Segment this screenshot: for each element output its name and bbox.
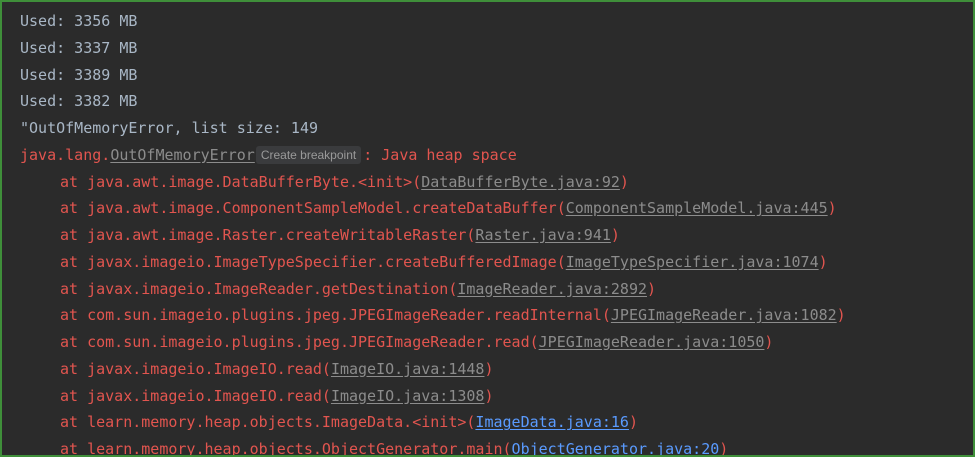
exception-message: : Java heap space <box>363 145 517 164</box>
stack-frame-method: at learn.memory.heap.objects.ImageData.<… <box>60 413 476 432</box>
memory-usage-line: Used: 3356 MB <box>20 12 138 30</box>
stack-frame-close-paren: ) <box>628 413 638 432</box>
exception-package: java.lang. <box>20 145 111 164</box>
stack-frame-close-paren: ) <box>484 359 494 378</box>
stack-frame-source-link[interactable]: ImageTypeSpecifier.java:1074 <box>566 253 819 271</box>
memory-usage-line: Used: 3337 MB <box>20 38 138 57</box>
stack-frame-method: at learn.memory.heap.objects.ObjectGener… <box>60 440 512 457</box>
stack-frame-close-paren: ) <box>619 172 629 191</box>
stack-frame-method: at javax.imageio.ImageIO.read( <box>60 386 331 405</box>
stack-frame-close-paren: ) <box>827 199 837 218</box>
stack-frame: at com.sun.imageio.plugins.jpeg.JPEGImag… <box>2 302 973 329</box>
stack-frame-source-link[interactable]: ComponentSampleModel.java:445 <box>566 199 828 217</box>
stack-frame-source-link[interactable]: ImageIO.java:1448 <box>331 360 485 378</box>
stack-frame-method: at javax.imageio.ImageReader.getDestinat… <box>60 279 458 298</box>
stack-frame-method: at com.sun.imageio.plugins.jpeg.JPEGImag… <box>60 333 539 351</box>
stack-frame: at javax.imageio.ImageIO.read(ImageIO.ja… <box>2 383 973 410</box>
exception-class-link[interactable]: OutOfMemoryError <box>110 146 255 164</box>
stack-frame-source-link[interactable]: JPEGImageReader.java:1050 <box>539 333 765 351</box>
stack-frame-close-paren: ) <box>647 279 657 298</box>
stack-frame: at javax.imageio.ImageTypeSpecifier.crea… <box>2 249 973 276</box>
stack-frame-source-link[interactable]: ObjectGenerator.java:20 <box>512 440 720 455</box>
stack-frame-source-link[interactable]: Raster.java:941 <box>475 226 610 244</box>
stack-frame-source-link[interactable]: ImageData.java:16 <box>475 413 629 431</box>
stack-frame-close-paren: ) <box>818 252 828 271</box>
stack-frame: at learn.memory.heap.objects.ImageData.<… <box>2 409 973 436</box>
stack-frame-source-link[interactable]: JPEGImageReader.java:1082 <box>611 306 837 324</box>
stack-frame: at java.awt.image.Raster.createWritableR… <box>2 222 973 249</box>
stack-frame-method: at java.awt.image.ComponentSampleModel.c… <box>60 199 566 218</box>
memory-usage-line: Used: 3389 MB <box>20 65 138 84</box>
run-console-output[interactable]: Used: 3356 MB Used: 3337 MB Used: 3389 M… <box>0 0 975 457</box>
stack-frame-method: at com.sun.imageio.plugins.jpeg.JPEGImag… <box>60 306 611 325</box>
stack-frame-close-paren: ) <box>836 306 846 325</box>
stack-frame-close-paren: ) <box>719 440 729 457</box>
stack-frame: at javax.imageio.ImageIO.read(ImageIO.ja… <box>2 356 973 383</box>
stack-frame-source-link[interactable]: ImageIO.java:1308 <box>331 387 485 405</box>
stack-frame: at com.sun.imageio.plugins.jpeg.JPEGImag… <box>2 329 973 356</box>
stack-frame-method: at javax.imageio.ImageIO.read( <box>60 359 331 378</box>
memory-usage-line: Used: 3382 MB <box>20 92 138 111</box>
stack-frame-method: at javax.imageio.ImageTypeSpecifier.crea… <box>60 252 566 271</box>
stack-frame-close-paren: ) <box>610 226 620 244</box>
stack-frame-source-link[interactable]: ImageReader.java:2892 <box>457 280 647 298</box>
stack-frame: at java.awt.image.ComponentSampleModel.c… <box>2 195 973 222</box>
stack-frame: at learn.memory.heap.objects.ObjectGener… <box>2 436 973 457</box>
stack-frame-method: at java.awt.image.Raster.createWritableR… <box>60 226 476 244</box>
stack-frame-method: at java.awt.image.DataBufferByte.<init>( <box>60 172 422 191</box>
stack-frame: at javax.imageio.ImageReader.getDestinat… <box>2 276 973 303</box>
stack-frame-close-paren: ) <box>484 386 494 405</box>
oom-list-size-line: "OutOfMemoryError, list size: 149 <box>20 119 319 137</box>
stack-frame-source-link[interactable]: DataBufferByte.java:92 <box>421 173 620 191</box>
stack-frame: at java.awt.image.DataBufferByte.<init>(… <box>2 169 973 196</box>
stack-frame-close-paren: ) <box>764 333 774 351</box>
exception-header: java.lang.OutOfMemoryError Create breakpo… <box>2 142 973 169</box>
create-breakpoint-button[interactable]: Create breakpoint <box>255 145 362 164</box>
